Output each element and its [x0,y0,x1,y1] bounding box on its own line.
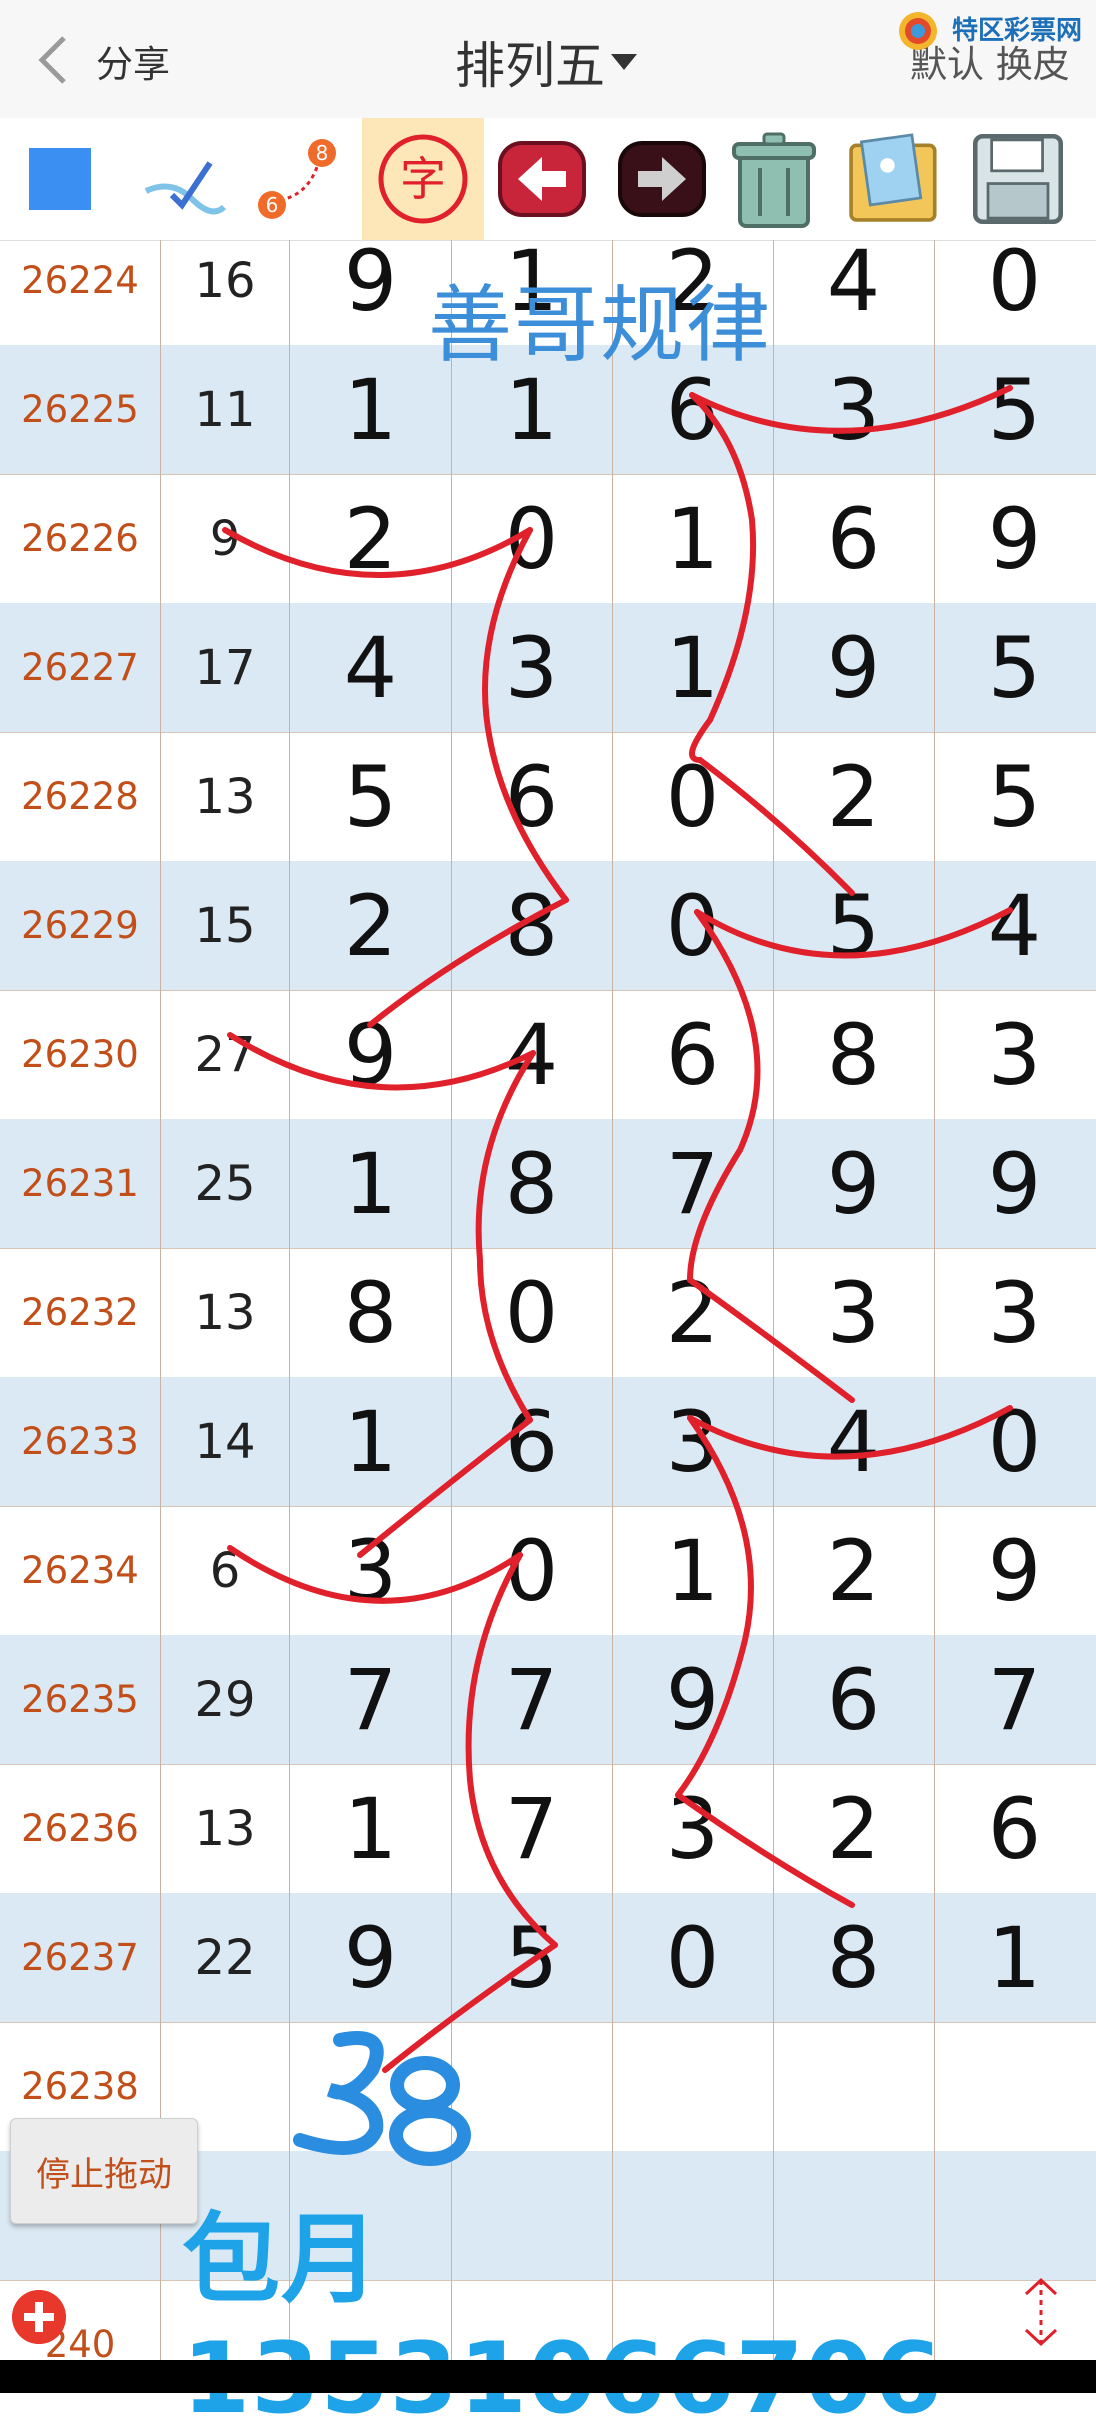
drawn-line [227,1545,523,1604]
drawn-line [357,1417,533,1558]
drawn-line [367,897,569,1028]
add-plus-icon[interactable] [12,2290,66,2344]
drawn-line [227,1032,536,1091]
drawn-line [675,1792,855,1908]
drawn-line [689,385,1013,434]
watermark-title: 善哥规律 [428,276,773,374]
drawn-line [694,907,1013,959]
drawn-line [222,527,533,578]
drawn-line [687,909,761,1283]
drawn-line [482,527,569,903]
stop-drag-button[interactable]: 停止拖动 [10,2118,198,2224]
scroll-updown-icon[interactable] [1016,2276,1066,2348]
drawn-line [697,757,855,896]
drawn-line [687,1277,855,1403]
drawn-line [675,1415,754,1798]
drawn-line [465,1552,558,1948]
system-nav-bar [0,2360,1096,2393]
handwritten-prediction [293,2031,471,2166]
drawn-line [689,392,757,763]
promo-contact-text: 包月13531066706 [182,2203,942,2436]
drawn-line [687,1405,1013,1460]
drawn-line [475,1050,536,1423]
